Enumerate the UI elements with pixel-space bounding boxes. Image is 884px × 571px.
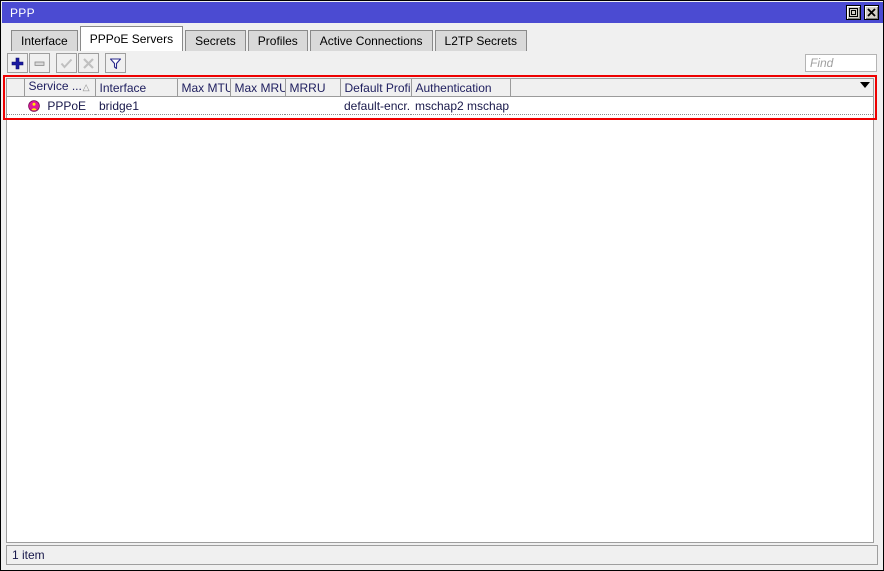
window-title: PPP (10, 5, 35, 20)
toolbar (2, 51, 883, 75)
column-authentication[interactable]: Authentication (411, 79, 511, 97)
cell-service-label: PPPoE (47, 98, 87, 113)
column-service[interactable]: Service ... △ (24, 79, 96, 97)
pppoe-servers-list: Service ... △ Interface Max MTU Max MRU … (6, 78, 874, 543)
cross-icon (82, 57, 95, 70)
tab-profiles[interactable]: Profiles (247, 30, 308, 51)
pppoe-servers-table: Service ... △ Interface Max MTU Max MRU … (7, 79, 873, 115)
tab-pppoe-servers[interactable]: PPPoE Servers (79, 26, 184, 51)
funnel-icon (109, 57, 122, 70)
column-max-mru[interactable]: Max MRU (230, 79, 286, 97)
column-service-label: Service ... (28, 79, 82, 93)
ppp-window: PPP Interface PPPoE Servers Secrets Prof… (0, 0, 884, 571)
cell-default-profile: default-encr... (340, 96, 411, 115)
statusbar: 1 item (6, 545, 878, 565)
find-container (805, 54, 883, 72)
titlebar: PPP (2, 2, 883, 23)
table-header-row: Service ... △ Interface Max MTU Max MRU … (7, 79, 873, 97)
maximize-button[interactable] (846, 5, 861, 20)
item-count-label: 1 item (12, 548, 45, 562)
check-icon (60, 57, 73, 70)
add-button[interactable] (7, 53, 28, 73)
tabstrip: Interface PPPoE Servers Secrets Profiles… (2, 23, 883, 51)
column-interface[interactable]: Interface (95, 79, 178, 97)
plus-icon (11, 57, 24, 70)
cell-filler (510, 96, 873, 115)
table-row[interactable]: PPPoE bridge1 default-encr... mschap2 ms… (7, 96, 873, 115)
enable-button[interactable] (56, 53, 77, 73)
titlebar-buttons (846, 5, 883, 20)
maximize-icon (849, 8, 858, 17)
close-button[interactable] (864, 5, 879, 20)
search-input[interactable] (805, 54, 877, 72)
tab-active-connections[interactable]: Active Connections (309, 30, 433, 51)
column-chooser[interactable] (510, 79, 873, 97)
minus-icon (33, 57, 46, 70)
tab-secrets[interactable]: Secrets (185, 30, 246, 51)
cell-max-mru (230, 96, 285, 115)
remove-button[interactable] (29, 53, 50, 73)
disable-button[interactable] (78, 53, 99, 73)
column-max-mtu[interactable]: Max MTU (177, 79, 231, 97)
cell-mrru (285, 96, 340, 115)
column-mrru[interactable]: MRRU (285, 79, 341, 97)
cell-authentication: mschap2 mschap... (411, 96, 510, 115)
filter-button[interactable] (105, 53, 126, 73)
column-gutter (7, 79, 25, 97)
tab-interface[interactable]: Interface (11, 30, 78, 51)
toolbar-buttons (2, 53, 126, 73)
cell-service: PPPoE (24, 96, 95, 115)
tab-l2tp-secrets[interactable]: L2TP Secrets (434, 30, 527, 51)
cell-max-mtu (177, 96, 230, 115)
close-icon (867, 8, 876, 17)
row-gutter (7, 96, 24, 115)
column-default-profile[interactable]: Default Profile (340, 79, 412, 97)
sort-ascending-icon: △ (82, 82, 90, 92)
cell-interface: bridge1 (95, 96, 177, 115)
chevron-down-icon (860, 82, 870, 88)
pppoe-service-icon (28, 99, 40, 112)
